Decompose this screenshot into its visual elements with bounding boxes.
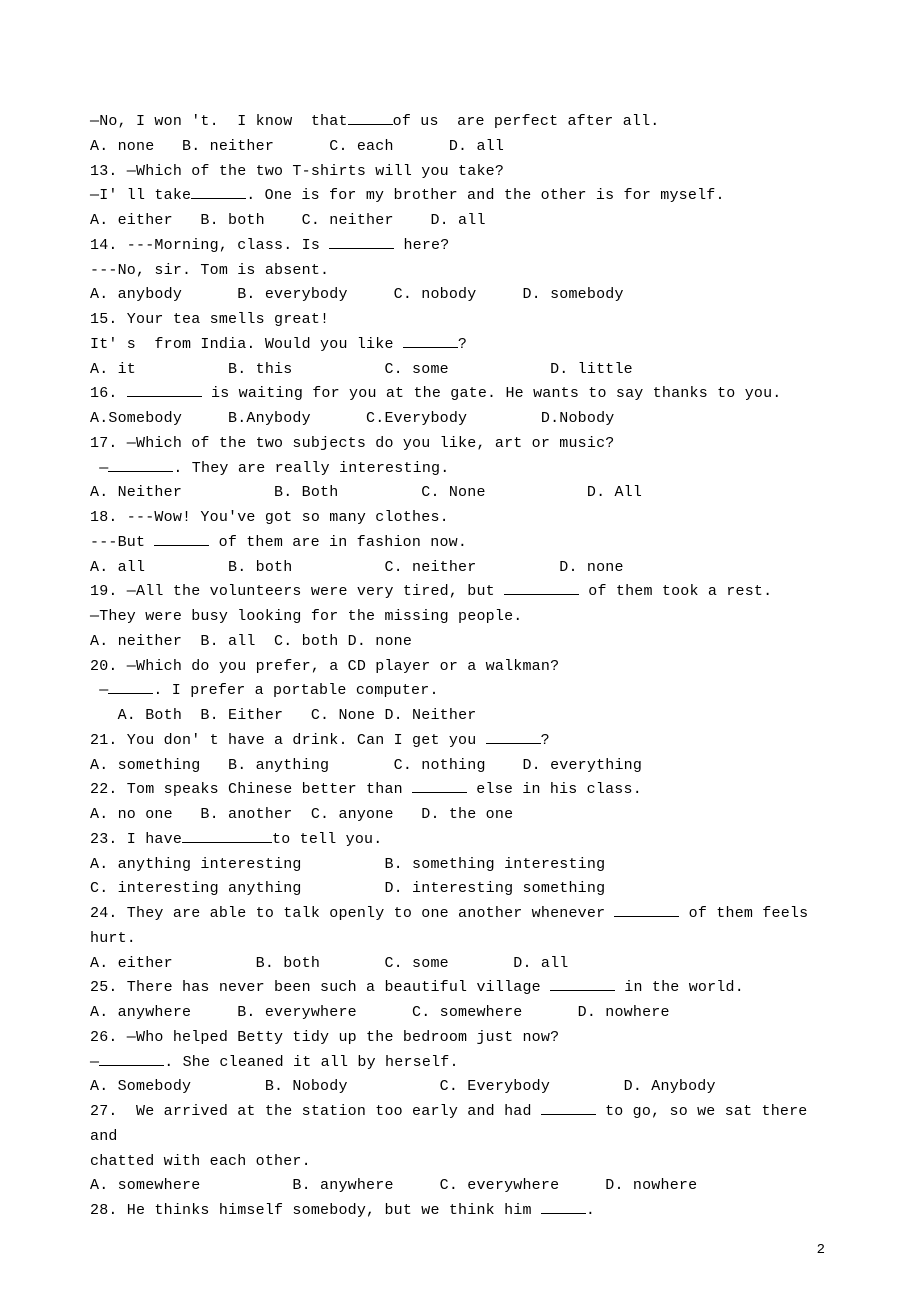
q22-line: 22. Tom speaks Chinese better than else … (90, 778, 830, 803)
text: 25. There has never been such a beautifu… (90, 979, 550, 996)
q24-line: 24. They are able to talk openly to one … (90, 902, 830, 927)
text: ? (541, 732, 550, 749)
q25-line: 25. There has never been such a beautifu… (90, 976, 830, 1001)
q20-line2: — . I prefer a portable computer. (90, 679, 830, 704)
text: — (90, 460, 108, 477)
q19-options: A. neither B. all C. both D. none (90, 630, 830, 655)
q26-line2: — . She cleaned it all by herself. (90, 1051, 830, 1076)
text: 16. (90, 385, 127, 402)
q20-options: A. Both B. Either C. None D. Neither (90, 704, 830, 729)
q17-line: 17. —Which of the two subjects do you li… (90, 432, 830, 457)
q28-line: 28. He thinks himself somebody, but we t… (90, 1199, 830, 1224)
q23-options-cd: C. interesting anything D. interesting s… (90, 877, 830, 902)
q19-line2: —They were busy looking for the missing … (90, 605, 830, 630)
q24-options: A. either B. both C. some D. all (90, 952, 830, 977)
blank (108, 680, 153, 695)
q15-line: 15. Your tea smells great! (90, 308, 830, 333)
blank (541, 1101, 596, 1116)
q13-line: 13. —Which of the two T-shirts will you … (90, 160, 830, 185)
q16-line: 16. is waiting for you at the gate. He w… (90, 382, 830, 407)
q16-options: A.Somebody B.Anybody C.Everybody D.Nobod… (90, 407, 830, 432)
q25-options: A. anywhere B. everywhere C. somewhere D… (90, 1001, 830, 1026)
q14-line: 14. ---Morning, class. Is here? (90, 234, 830, 259)
q15-line2: It' s from India. Would you like ? (90, 333, 830, 358)
blank (99, 1051, 164, 1066)
q22-options: A. no one B. another C. anyone D. the on… (90, 803, 830, 828)
text: . One is for my brother and the other is… (246, 187, 724, 204)
q17-options: A. Neither B. Both C. None D. All (90, 481, 830, 506)
text: 19. —All the volunteers were very tired,… (90, 583, 504, 600)
q21-options: A. something B. anything C. nothing D. e… (90, 754, 830, 779)
q26-line: 26. —Who helped Betty tidy up the bedroo… (90, 1026, 830, 1051)
blank (127, 383, 202, 398)
text: of them are in fashion now. (209, 534, 467, 551)
text: ? (458, 336, 467, 353)
q13-line2: —I' ll take . One is for my brother and t… (90, 184, 830, 209)
text: 24. They are able to talk openly to one … (90, 905, 614, 922)
text: is waiting for you at the gate. He wants… (202, 385, 782, 402)
blank (550, 977, 615, 992)
q21-line: 21. You don' t have a drink. Can I get y… (90, 729, 830, 754)
text: of them feels (679, 905, 808, 922)
text: . She cleaned it all by herself. (164, 1054, 458, 1071)
text: — (90, 682, 108, 699)
q24-line2: hurt. (90, 927, 830, 952)
blank (403, 333, 458, 348)
q20-line: 20. —Which do you prefer, a CD player or… (90, 655, 830, 680)
blank (412, 779, 467, 794)
q18-options: A. all B. both C. neither D. none (90, 556, 830, 581)
q12-options: A. none B. neither C. each D. all (90, 135, 830, 160)
q23-options-ab: A. anything interesting B. something int… (90, 853, 830, 878)
blank (191, 185, 246, 200)
q17-line2: — . They are really interesting. (90, 457, 830, 482)
q14-line2: ---No, sir. Tom is absent. (90, 259, 830, 284)
text: — (90, 1054, 99, 1071)
q27-options: A. somewhere B. anywhere C. everywhere D… (90, 1174, 830, 1199)
q19-line: 19. —All the volunteers were very tired,… (90, 580, 830, 605)
blank (614, 903, 679, 918)
text: 23. I have (90, 831, 182, 848)
blank (329, 234, 394, 249)
blank (182, 828, 272, 843)
text: —No, I won 't. I know that (90, 113, 348, 130)
blank (541, 1200, 586, 1215)
q18-line2: ---But of them are in fashion now. (90, 531, 830, 556)
text: It' s from India. Would you like (90, 336, 403, 353)
text: in the world. (615, 979, 744, 996)
q26-options: A. Somebody B. Nobody C. Everybody D. An… (90, 1075, 830, 1100)
text: 14. ---Morning, class. Is (90, 237, 329, 254)
document-page: —No, I won 't. I know that of us are perf… (0, 0, 920, 1302)
text: of them took a rest. (579, 583, 772, 600)
text: . They are really interesting. (173, 460, 449, 477)
q23-line: 23. I have to tell you. (90, 828, 830, 853)
text: 21. You don' t have a drink. Can I get y… (90, 732, 486, 749)
text: —I' ll take (90, 187, 191, 204)
text: ---But (90, 534, 154, 551)
page-number: 2 (817, 1239, 825, 1262)
q14-options: A. anybody B. everybody C. nobody D. som… (90, 283, 830, 308)
q27-line: 27. We arrived at the station too early … (90, 1100, 830, 1150)
text: 22. Tom speaks Chinese better than (90, 781, 412, 798)
q27-line2: chatted with each other. (90, 1150, 830, 1175)
text: 27. We arrived at the station too early … (90, 1103, 541, 1120)
blank (486, 729, 541, 744)
text: . (586, 1202, 595, 1219)
text: here? (394, 237, 449, 254)
text: to tell you. (272, 831, 382, 848)
q15-options: A. it B. this C. some D. little (90, 358, 830, 383)
q12-line: —No, I won 't. I know that of us are perf… (90, 110, 830, 135)
blank (108, 457, 173, 472)
blank (348, 111, 393, 126)
blank (154, 531, 209, 546)
q18-line: 18. ---Wow! You've got so many clothes. (90, 506, 830, 531)
q13-options: A. either B. both C. neither D. all (90, 209, 830, 234)
blank (504, 581, 579, 596)
text: 28. He thinks himself somebody, but we t… (90, 1202, 541, 1219)
text: . I prefer a portable computer. (153, 682, 438, 699)
text: of us are perfect after all. (393, 113, 660, 130)
text: else in his class. (467, 781, 642, 798)
